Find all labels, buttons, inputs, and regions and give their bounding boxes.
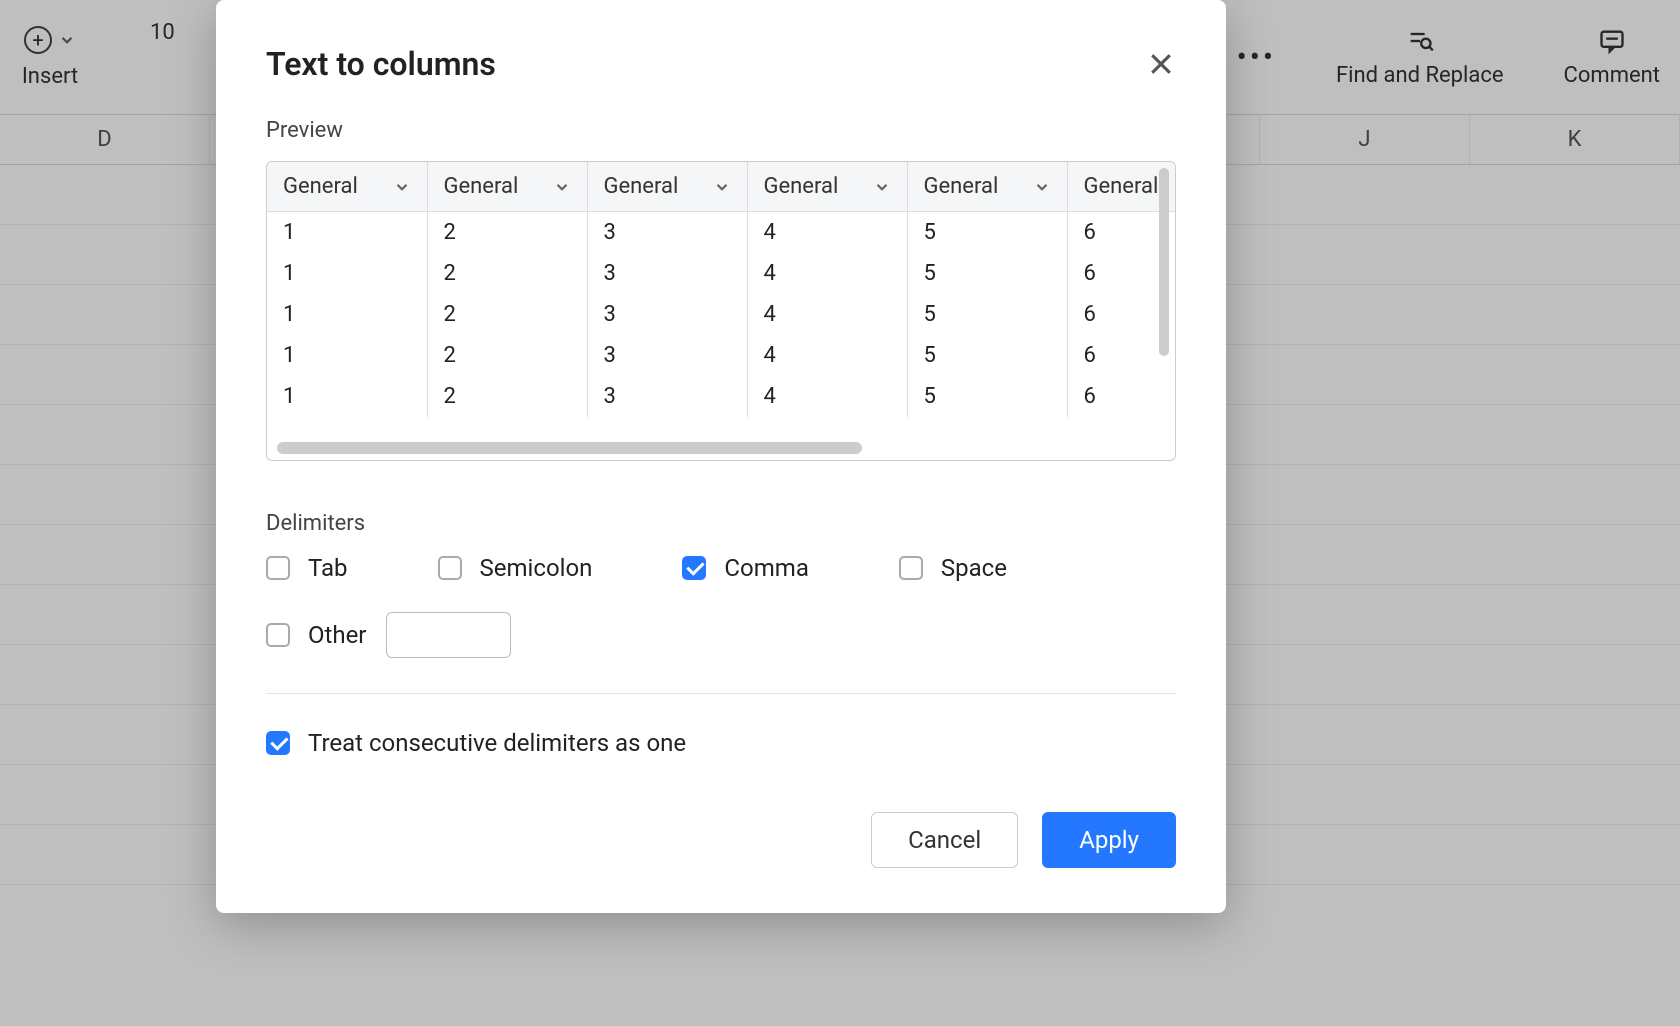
preview-cell: 1 [267, 253, 427, 294]
delimiter-other-label: Other [308, 621, 366, 649]
chevron-down-icon [873, 178, 891, 196]
preview-cell: 2 [427, 294, 587, 335]
checkbox-icon [899, 556, 923, 580]
preview-cell: 1 [267, 376, 427, 417]
preview-box: General General General [266, 161, 1176, 461]
preview-cell: 1 [267, 212, 427, 254]
checkbox-checked-icon [266, 731, 290, 755]
chevron-down-icon [393, 178, 411, 196]
apply-button[interactable]: Apply [1042, 812, 1176, 868]
preview-label: Preview [266, 118, 1176, 143]
col-type-label: General [1084, 174, 1159, 199]
consecutive-label: Treat consecutive delimiters as one [308, 729, 686, 757]
preview-vertical-scrollbar[interactable] [1159, 168, 1169, 356]
preview-horizontal-scrollbar[interactable] [277, 442, 862, 454]
consecutive-delimiters-checkbox[interactable]: Treat consecutive delimiters as one [266, 729, 1176, 757]
preview-cell: 2 [427, 212, 587, 254]
delimiter-semicolon-label: Semicolon [480, 554, 593, 582]
preview-table: General General General [267, 162, 1175, 417]
chevron-down-icon [1033, 178, 1051, 196]
delimiter-comma-label: Comma [724, 554, 808, 582]
preview-cell: 5 [907, 253, 1067, 294]
preview-cell: 2 [427, 253, 587, 294]
preview-cell: 5 [907, 294, 1067, 335]
preview-row: 1 2 3 4 5 6 [267, 376, 1175, 417]
delimiter-other[interactable]: Other [266, 621, 366, 649]
preview-cell: 1 [267, 335, 427, 376]
preview-cell: 6 [1067, 376, 1175, 417]
close-icon[interactable] [1146, 49, 1176, 79]
dialog-header: Text to columns [266, 45, 1176, 83]
col-type-label: General [444, 174, 519, 199]
dialog-buttons: Cancel Apply [266, 812, 1176, 868]
col-type-label: General [283, 174, 358, 199]
chevron-down-icon [713, 178, 731, 196]
preview-row: 1 2 3 4 5 6 [267, 294, 1175, 335]
preview-cell: 5 [907, 212, 1067, 254]
preview-col-type-select[interactable]: General [267, 162, 427, 212]
delimiter-semicolon[interactable]: Semicolon [438, 554, 593, 582]
col-type-label: General [604, 174, 679, 199]
checkbox-icon [266, 623, 290, 647]
delimiters-row-other: Other [266, 612, 1176, 658]
delimiter-comma[interactable]: Comma [682, 554, 808, 582]
preview-cell: 2 [427, 335, 587, 376]
delimiter-tab[interactable]: Tab [266, 554, 348, 582]
delimiters-row: Tab Semicolon Comma Space [266, 554, 1176, 582]
preview-cell: 5 [907, 376, 1067, 417]
preview-cell: 3 [587, 253, 747, 294]
preview-header-row: General General General [267, 162, 1175, 212]
preview-col-type-select[interactable]: General [587, 162, 747, 212]
preview-cell: 1 [267, 294, 427, 335]
delimiter-space[interactable]: Space [899, 554, 1007, 582]
preview-row: 1 2 3 4 5 6 [267, 335, 1175, 376]
checkbox-checked-icon [682, 556, 706, 580]
checkbox-icon [438, 556, 462, 580]
preview-cell: 3 [587, 212, 747, 254]
preview-cell: 3 [587, 376, 747, 417]
chevron-down-icon [553, 178, 571, 196]
preview-col-type-select[interactable]: General [427, 162, 587, 212]
text-to-columns-dialog: Text to columns Preview General General [216, 0, 1226, 913]
col-type-label: General [764, 174, 839, 199]
preview-cell: 3 [587, 294, 747, 335]
preview-cell: 3 [587, 335, 747, 376]
dialog-title: Text to columns [266, 45, 496, 83]
preview-cell: 4 [747, 335, 907, 376]
preview-row: 1 2 3 4 5 6 [267, 253, 1175, 294]
col-type-label: General [924, 174, 999, 199]
preview-col-type-select[interactable]: General [907, 162, 1067, 212]
preview-row: 1 2 3 4 5 6 [267, 212, 1175, 254]
preview-cell: 2 [427, 376, 587, 417]
preview-cell: 4 [747, 294, 907, 335]
delimiter-other-input[interactable] [386, 612, 511, 658]
delimiter-tab-label: Tab [308, 554, 348, 582]
preview-col-type-select[interactable]: General [747, 162, 907, 212]
delimiters-label: Delimiters [266, 511, 1176, 536]
preview-cell: 4 [747, 376, 907, 417]
cancel-button[interactable]: Cancel [871, 812, 1018, 868]
preview-cell: 4 [747, 212, 907, 254]
preview-cell: 4 [747, 253, 907, 294]
preview-cell: 5 [907, 335, 1067, 376]
delimiter-space-label: Space [941, 554, 1007, 582]
preview-scroll[interactable]: General General General [267, 162, 1175, 460]
checkbox-icon [266, 556, 290, 580]
divider [266, 693, 1176, 694]
